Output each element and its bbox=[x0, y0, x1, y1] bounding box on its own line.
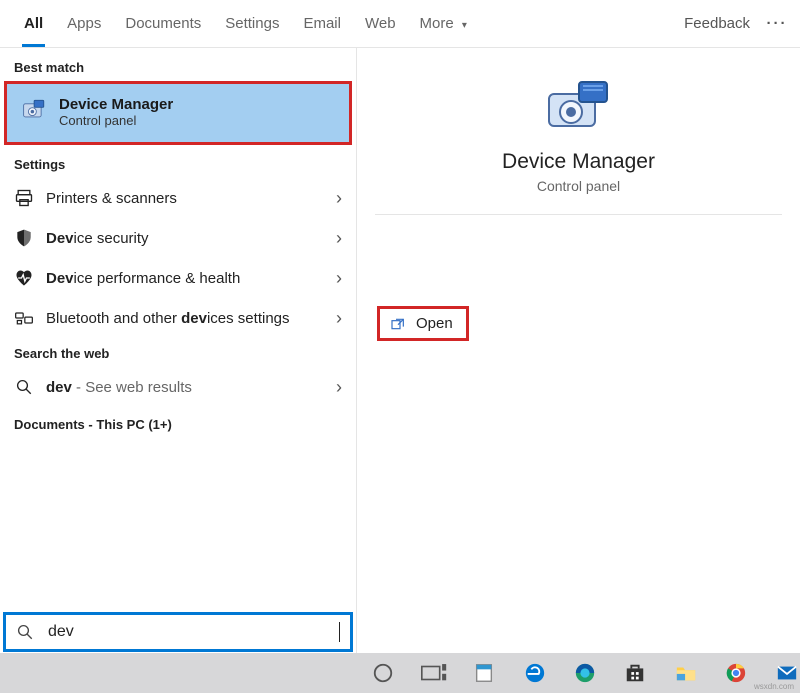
search-box[interactable] bbox=[3, 612, 353, 652]
text-caret bbox=[339, 622, 340, 642]
search-input[interactable] bbox=[46, 622, 331, 642]
tab-settings[interactable]: Settings bbox=[213, 2, 291, 46]
list-item-label: Device performance & health bbox=[46, 270, 324, 287]
tab-web[interactable]: Web bbox=[353, 2, 408, 46]
preview-subtitle: Control panel bbox=[357, 178, 800, 194]
settings-printers-scanners[interactable]: Printers & scanners › bbox=[0, 178, 356, 218]
web-search-dev[interactable]: dev - See web results › bbox=[0, 367, 356, 407]
open-button-label: Open bbox=[416, 315, 453, 332]
best-match-title: Device Manager bbox=[59, 96, 173, 113]
list-item-label: Bluetooth and other devices settings bbox=[46, 310, 324, 327]
feedback-link[interactable]: Feedback bbox=[672, 2, 762, 46]
printer-icon bbox=[14, 188, 34, 208]
tab-more-label: More bbox=[420, 15, 454, 32]
result-preview-pane: Device Manager Control panel Open bbox=[357, 48, 800, 653]
shield-icon bbox=[14, 228, 34, 248]
watermark: wsxdn.com bbox=[754, 682, 794, 691]
microsoft-store-icon[interactable] bbox=[622, 659, 648, 687]
best-match-subtitle: Control panel bbox=[59, 113, 173, 128]
search-filter-tabs: All Apps Documents Settings Email Web Mo… bbox=[0, 0, 800, 48]
chevron-right-icon: › bbox=[336, 229, 342, 247]
section-settings: Settings bbox=[0, 149, 356, 178]
settings-device-performance-health[interactable]: Device performance & health › bbox=[0, 258, 356, 298]
bluetooth-icon bbox=[14, 308, 34, 328]
settings-device-security[interactable]: Device security › bbox=[0, 218, 356, 258]
best-match-device-manager[interactable]: Device Manager Control panel bbox=[4, 81, 352, 145]
chevron-right-icon: › bbox=[336, 189, 342, 207]
chevron-right-icon: › bbox=[336, 269, 342, 287]
device-manager-icon bbox=[21, 98, 49, 126]
web-search-query: dev bbox=[46, 379, 72, 396]
list-item-label: dev - See web results bbox=[46, 379, 324, 396]
list-item-label: Printers & scanners bbox=[46, 190, 324, 207]
list-item-label: Device security bbox=[46, 230, 324, 247]
divider bbox=[375, 214, 782, 215]
preview-device-manager-icon bbox=[539, 76, 619, 132]
search-icon bbox=[16, 623, 34, 641]
edge-legacy-icon[interactable] bbox=[521, 659, 547, 687]
settings-bluetooth-devices[interactable]: Bluetooth and other devices settings › bbox=[0, 298, 356, 338]
chevron-right-icon: › bbox=[336, 378, 342, 396]
tab-apps[interactable]: Apps bbox=[55, 2, 113, 46]
tab-documents[interactable]: Documents bbox=[113, 2, 213, 46]
results-list: Best match Device Manager Control panel … bbox=[0, 48, 357, 653]
search-icon bbox=[14, 377, 34, 397]
chrome-icon[interactable] bbox=[723, 659, 749, 687]
file-explorer-folder-icon[interactable] bbox=[673, 659, 699, 687]
more-options-icon[interactable]: ··· bbox=[762, 2, 792, 46]
search-results-area: Best match Device Manager Control panel … bbox=[0, 48, 800, 653]
open-button[interactable]: Open bbox=[377, 306, 469, 341]
tab-more[interactable]: More ▾ bbox=[408, 2, 479, 46]
file-explorer-icon[interactable] bbox=[471, 659, 497, 687]
cortana-icon[interactable] bbox=[370, 659, 396, 687]
taskbar: wsxdn.com bbox=[0, 653, 800, 693]
task-view-icon[interactable] bbox=[420, 659, 446, 687]
chevron-down-icon: ▾ bbox=[462, 20, 467, 31]
web-search-suffix: - See web results bbox=[76, 379, 192, 396]
tab-email[interactable]: Email bbox=[291, 2, 353, 46]
heart-icon bbox=[14, 268, 34, 288]
chevron-right-icon: › bbox=[336, 309, 342, 327]
section-best-match: Best match bbox=[0, 52, 356, 81]
preview-title: Device Manager bbox=[357, 150, 800, 174]
edge-chromium-icon[interactable] bbox=[572, 659, 598, 687]
tab-all[interactable]: All bbox=[12, 2, 55, 46]
section-documents-this-pc[interactable]: Documents - This PC (1+) bbox=[0, 407, 356, 442]
open-app-icon bbox=[390, 316, 406, 332]
section-search-web: Search the web bbox=[0, 338, 356, 367]
